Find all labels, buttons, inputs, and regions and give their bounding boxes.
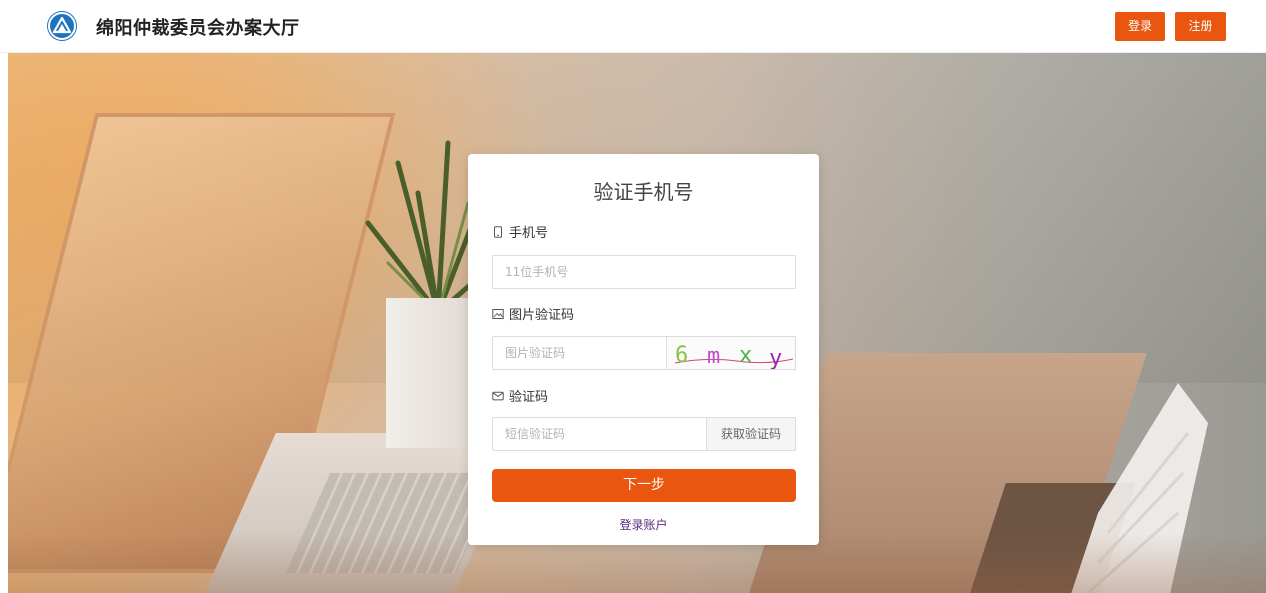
phone-input[interactable] <box>492 255 796 289</box>
captcha-image[interactable]: 6 m x y <box>667 336 796 370</box>
header: 绵阳仲裁委员会办案大厅 登录 注册 <box>0 0 1266 53</box>
image-code-label-text: 图片验证码 <box>509 308 575 323</box>
mobile-icon <box>492 225 504 238</box>
card-title: 验证手机号 <box>593 180 694 204</box>
sms-code-label-text: 验证码 <box>509 390 549 405</box>
next-step-button[interactable]: 下一步 <box>492 469 796 502</box>
logo-icon <box>47 11 77 41</box>
phone-label-text: 手机号 <box>509 226 549 241</box>
verify-phone-card: 验证手机号 手机号 图片验证码 6 m x y 验证码 获取验证码 下一步 登录… <box>468 154 819 545</box>
mail-icon <box>492 390 504 402</box>
sms-code-label: 验证码 <box>492 386 548 405</box>
svg-text:y: y <box>769 346 782 370</box>
image-code-label: 图片验证码 <box>492 304 574 323</box>
sms-code-input[interactable] <box>492 417 707 451</box>
image-code-input[interactable] <box>492 336 667 370</box>
login-button[interactable]: 登录 <box>1115 12 1165 41</box>
phone-label: 手机号 <box>492 222 548 241</box>
get-sms-code-button[interactable]: 获取验证码 <box>706 417 796 451</box>
login-account-link[interactable]: 登录账户 <box>468 516 819 533</box>
register-button[interactable]: 注册 <box>1175 12 1226 41</box>
site-title: 绵阳仲裁委员会办案大厅 <box>96 18 300 39</box>
svg-text:6: 6 <box>675 343 688 368</box>
svg-text:x: x <box>739 343 752 368</box>
image-icon <box>492 308 504 320</box>
svg-text:m: m <box>707 344 720 369</box>
